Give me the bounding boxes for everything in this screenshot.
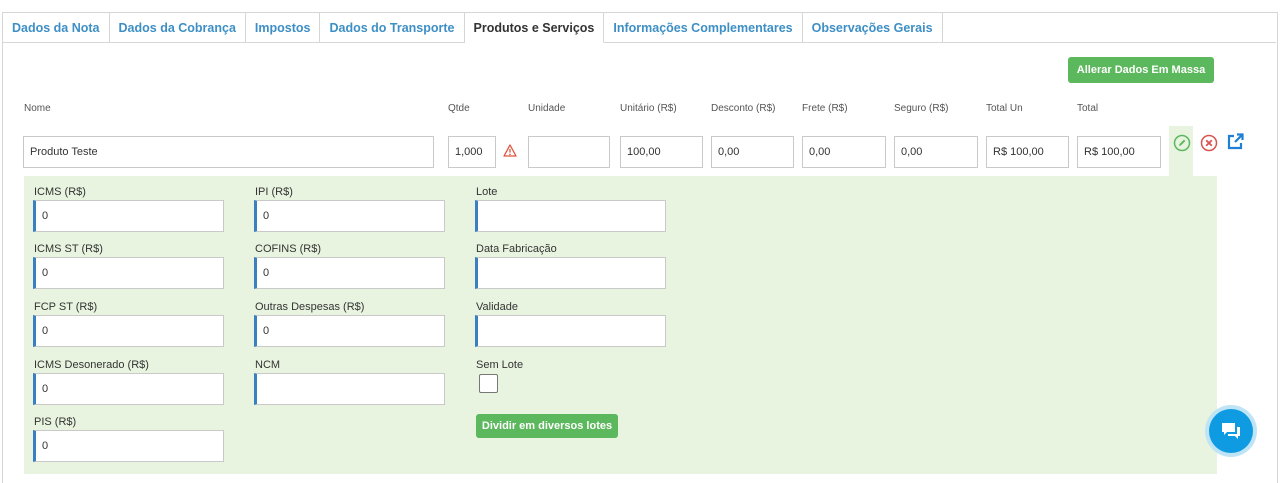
icms-st-label: ICMS ST (R$) [34,243,103,255]
validade-label: Validade [476,301,518,313]
product-name-input[interactable]: Produto Teste [23,136,434,168]
outras-despesas-label: Outras Despesas (R$) [255,301,365,313]
tab-dados-do-transporte[interactable]: Dados do Transporte [320,13,465,43]
ipi-label: IPI (R$) [255,186,293,198]
cofins-label: COFINS (R$) [255,243,321,255]
column-header-seguro: Seguro (R$) [894,103,949,114]
tab-observacoes-gerais[interactable]: Observações Gerais [802,13,943,43]
ncm-input[interactable] [254,373,445,405]
quantity-input[interactable]: 1,000 [448,136,496,168]
column-header-qtde: Qtde [448,103,470,114]
icms-desonerado-input[interactable]: 0 [33,373,224,405]
insurance-input[interactable]: 0,00 [894,136,978,168]
column-header-unidade: Unidade [528,103,566,114]
fcp-st-label: FCP ST (R$) [34,301,98,313]
unit-input[interactable] [528,136,610,168]
icms-st-input[interactable]: 0 [33,257,224,289]
external-link-icon[interactable] [1225,132,1245,152]
split-lots-button[interactable]: Dividir em diversos lotes [476,414,618,438]
ncm-label: NCM [255,359,281,371]
lote-label: Lote [476,186,498,198]
tab-dados-da-nota[interactable]: Dados da Nota [3,13,110,43]
ipi-input[interactable]: 0 [254,200,445,232]
tab-produtos-e-servicos[interactable]: Produtos e Serviços [464,13,605,43]
data-fabricacao-label: Data Fabricação [476,243,557,255]
chat-widget-button[interactable] [1205,405,1257,457]
validade-input[interactable] [475,315,666,347]
icms-desonerado-label: ICMS Desonerado (R$) [34,359,149,371]
chat-bubble-icon [1209,409,1253,453]
column-header-total-un: Total Un [986,103,1023,114]
fcp-st-input[interactable]: 0 [33,315,224,347]
data-fabricacao-input[interactable] [475,257,666,289]
lote-input[interactable] [475,200,666,232]
tab-impostos[interactable]: Impostos [245,13,321,43]
column-header-unitario: Unitário (R$) [620,103,677,114]
warning-triangle-icon [502,142,518,158]
tab-informacoes-complementares[interactable]: Informações Complementares [604,13,803,43]
icms-input[interactable]: 0 [33,200,224,232]
sem-lote-label: Sem Lote [476,359,524,371]
column-header-nome: Nome [24,103,51,114]
tab-dados-da-cobranca[interactable]: Dados da Cobrança [109,13,246,43]
pencil-circle-icon[interactable] [1173,134,1191,152]
column-header-total: Total [1077,103,1099,114]
tab-bar: Dados da Nota Dados da Cobrança Impostos… [3,13,943,43]
mass-edit-button[interactable]: Allerar Dados Em Massa [1068,57,1214,83]
column-header-desconto: Desconto (R$) [711,103,776,114]
discount-input[interactable]: 0,00 [711,136,794,168]
pis-input[interactable]: 0 [33,430,224,462]
outras-despesas-input[interactable]: 0 [254,315,445,347]
freight-input[interactable]: 0,00 [802,136,886,168]
cofins-input[interactable]: 0 [254,257,445,289]
tab-divider [880,42,1276,43]
column-header-frete: Frete (R$) [802,103,848,114]
unit-price-input[interactable]: 100,00 [620,136,703,168]
pis-label: PIS (R$) [34,416,77,428]
close-circle-icon[interactable] [1200,134,1218,152]
sem-lote-checkbox[interactable] [479,374,498,393]
total-field: R$ 100,00 [1077,136,1161,168]
total-unit-field: R$ 100,00 [986,136,1069,168]
icms-label: ICMS (R$) [34,186,86,198]
